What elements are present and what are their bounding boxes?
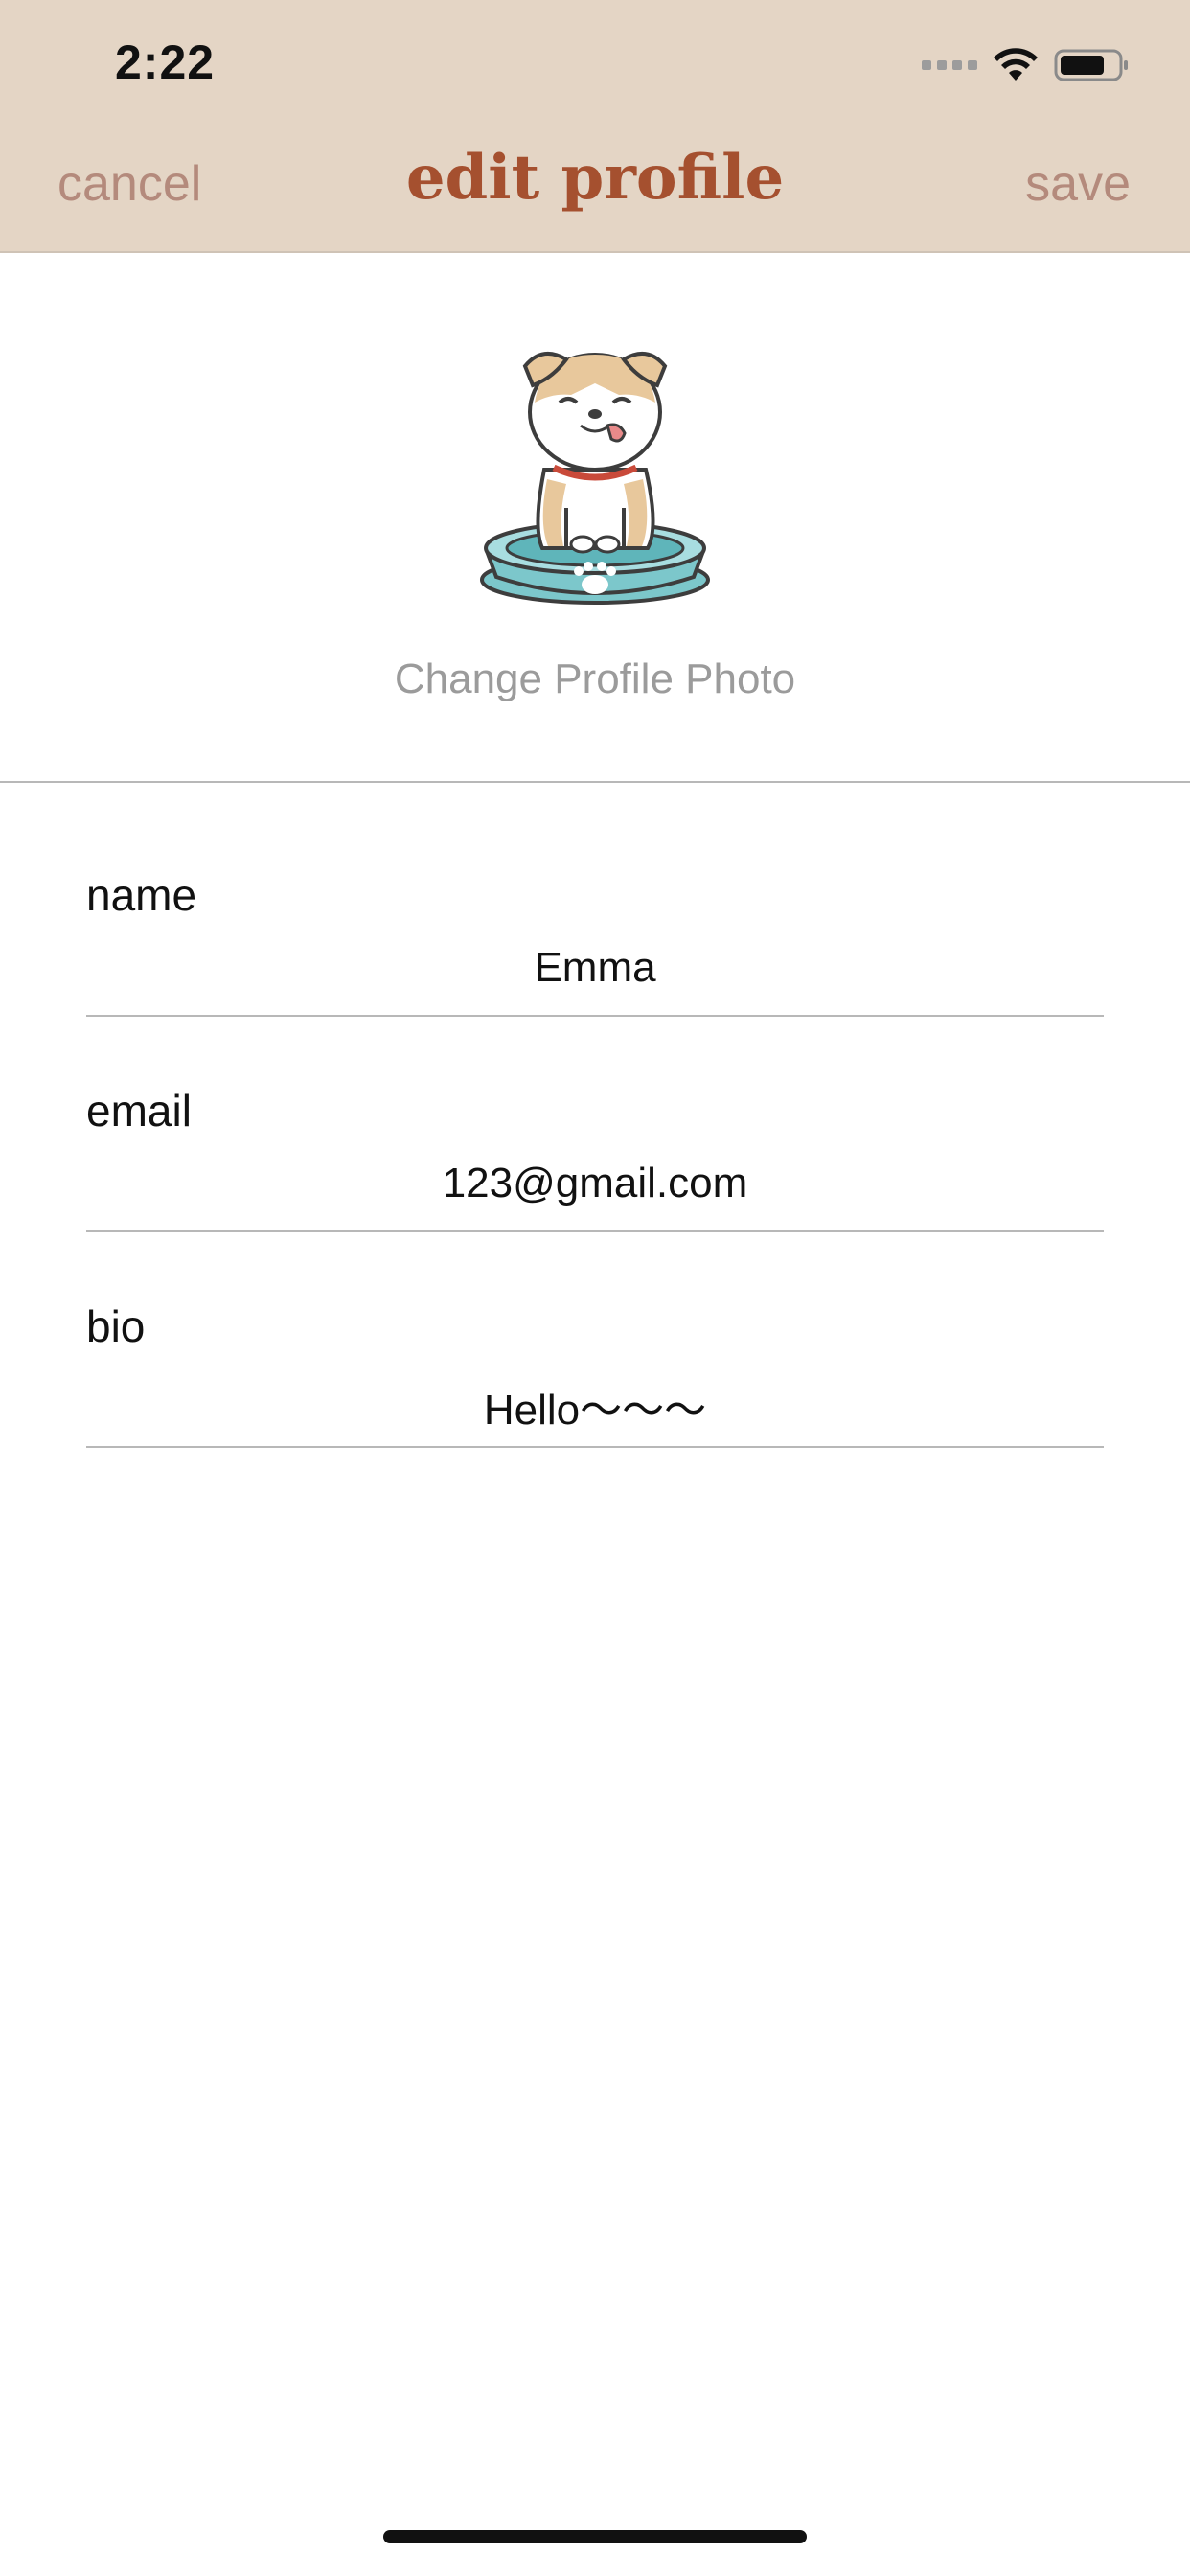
name-label: name	[86, 870, 197, 920]
name-field-row: name Emma	[86, 869, 1104, 1061]
bio-underline	[86, 1446, 1104, 1448]
bio-field-row: bio Hello～～～	[86, 1300, 1104, 1492]
section-divider	[0, 781, 1190, 783]
home-indicator[interactable]	[383, 2530, 807, 2543]
name-underline	[86, 1015, 1104, 1017]
email-input[interactable]: 123@gmail.com	[86, 1160, 1104, 1208]
email-underline	[86, 1230, 1104, 1232]
bio-input[interactable]: Hello～～～	[86, 1375, 1104, 1437]
dog-in-bowl-illustration[interactable]	[475, 326, 715, 613]
header: 2:22 cancel edit profile save	[0, 0, 1190, 253]
change-profile-photo-button[interactable]: Change Profile Photo	[0, 656, 1190, 703]
email-field-row: email 123@gmail.com	[86, 1085, 1104, 1276]
cellular-signal-icon	[922, 60, 977, 70]
battery-icon	[1054, 49, 1128, 81]
email-label: email	[86, 1086, 192, 1136]
save-button[interactable]: save	[1025, 155, 1131, 213]
status-indicators	[922, 42, 1131, 88]
bio-label: bio	[86, 1301, 146, 1351]
name-input[interactable]: Emma	[86, 944, 1104, 992]
status-time: 2:22	[115, 35, 216, 89]
cancel-button[interactable]: cancel	[57, 155, 201, 213]
edit-profile-screen: 2:22 cancel edit profile save Change Pro…	[0, 0, 1190, 2576]
wifi-icon	[994, 48, 1038, 80]
